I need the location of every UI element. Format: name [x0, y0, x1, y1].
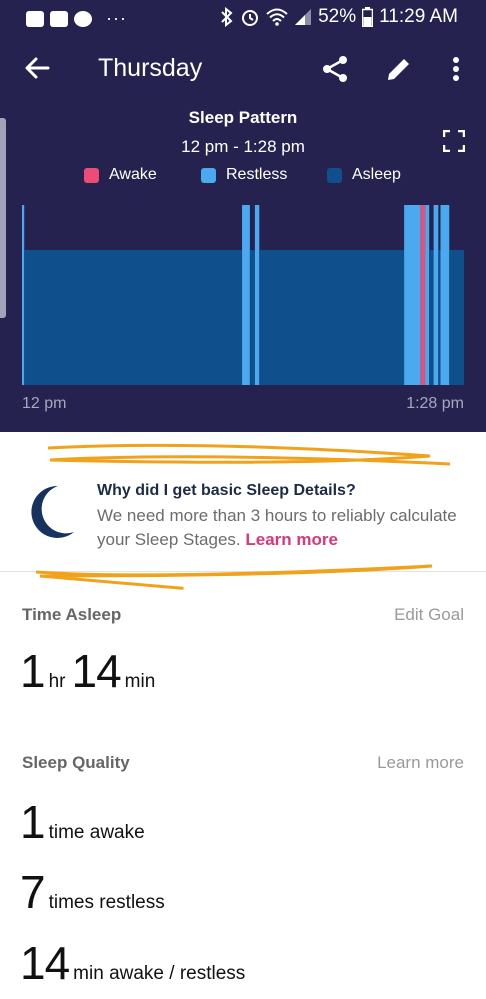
- sleep-segment-restless: [433, 205, 439, 385]
- sleep-quality-learn-more[interactable]: Learn more: [377, 753, 464, 773]
- sleep-segment-restless: [404, 205, 421, 385]
- legend-label-restless: Restless: [226, 166, 288, 183]
- music-icon: [74, 10, 92, 27]
- sleep-segment-awake: [420, 205, 426, 385]
- battery-icon: [362, 7, 374, 27]
- youtube-icon: [50, 10, 68, 27]
- highlight-scribble: [35, 564, 433, 590]
- quality-item-restless: 7 times restless: [20, 865, 171, 919]
- time-asleep-label: Time Asleep: [22, 605, 122, 624]
- sleep-segment-restless: [440, 205, 450, 385]
- sleep-segment-restless: [242, 205, 250, 385]
- hours-unit: hr: [48, 671, 66, 692]
- minutes-value: 14: [71, 645, 122, 697]
- fullscreen-icon[interactable]: [443, 130, 465, 152]
- legend-awake: Awake: [84, 166, 157, 184]
- quality-item-awake-restless: 14 min awake / restless: [20, 936, 251, 990]
- learn-more-link[interactable]: Learn more: [245, 530, 338, 549]
- back-arrow-icon[interactable]: [22, 52, 54, 84]
- legend-restless: Restless: [201, 166, 287, 184]
- quality-text: time awake: [48, 822, 145, 843]
- sleep-segment-restless: [425, 205, 430, 385]
- quality-value: 1: [20, 796, 46, 848]
- notification-icons: ···: [26, 8, 127, 29]
- edit-pencil-icon[interactable]: [384, 54, 414, 84]
- x-tick-end: 1:28 pm: [406, 395, 464, 412]
- sleep-segment-asleep: [259, 250, 405, 385]
- clock: 11:29 AM: [379, 6, 458, 27]
- moon-icon: [31, 485, 74, 538]
- share-icon[interactable]: [320, 54, 350, 84]
- sleep-segment-asleep: [24, 250, 243, 385]
- legend-swatch-awake: [84, 167, 99, 183]
- legend-asleep: Asleep: [327, 166, 401, 184]
- chart-title: Sleep Pattern: [188, 108, 298, 127]
- sleep-quality-label: Sleep Quality: [22, 753, 130, 772]
- app-bar: Thursday: [0, 40, 486, 100]
- legend-swatch-asleep: [327, 167, 342, 183]
- quality-item-awake: 1 time awake: [20, 795, 151, 849]
- quality-value: 7: [20, 866, 46, 918]
- sleep-pattern-chart[interactable]: [0, 200, 486, 390]
- battery-percent: 52%: [318, 6, 357, 27]
- legend-swatch-restless: [201, 167, 216, 183]
- chart-legend: Awake Restless Asleep: [0, 166, 486, 188]
- quality-value: 14: [20, 937, 70, 989]
- youtube-icon: [26, 10, 44, 27]
- alarm-icon: [242, 10, 259, 26]
- sleep-segment-restless: [22, 205, 25, 385]
- sleep-segment-asleep: [249, 250, 255, 385]
- info-body: We need more than 3 hours to reliably ca…: [97, 504, 467, 552]
- quality-text: times restless: [48, 892, 165, 913]
- legend-label-awake: Awake: [109, 166, 157, 183]
- more-notifications-icon: ···: [106, 8, 127, 28]
- legend-label-asleep: Asleep: [352, 166, 401, 183]
- bluetooth-icon: [221, 7, 233, 27]
- time-asleep-value: 1 hr 14 min: [20, 644, 161, 698]
- sleep-segment-asleep: [449, 250, 464, 385]
- system-icons: 52% 11:29 AM: [220, 6, 458, 28]
- sleep-segment-asleep: [429, 250, 434, 385]
- sleep-segment-asleep: [438, 250, 441, 385]
- chart-subtitle: 12 pm - 1:28 pm: [181, 137, 305, 156]
- signal-icon: [295, 9, 312, 25]
- edit-goal-link[interactable]: Edit Goal: [394, 605, 464, 625]
- more-vert-icon[interactable]: [444, 54, 468, 84]
- x-tick-start: 12 pm: [22, 395, 67, 412]
- page-title: Thursday: [98, 54, 203, 82]
- quality-text: min awake / restless: [73, 963, 246, 984]
- info-title: Why did I get basic Sleep Details?: [97, 482, 356, 499]
- minutes-unit: min: [124, 671, 156, 692]
- hours-value: 1: [20, 645, 46, 697]
- highlight-scribble: [47, 443, 451, 466]
- status-bar: ··· 52% 11:29 AM: [0, 0, 486, 34]
- sleep-segment-restless: [254, 205, 260, 385]
- wifi-icon: [266, 8, 288, 26]
